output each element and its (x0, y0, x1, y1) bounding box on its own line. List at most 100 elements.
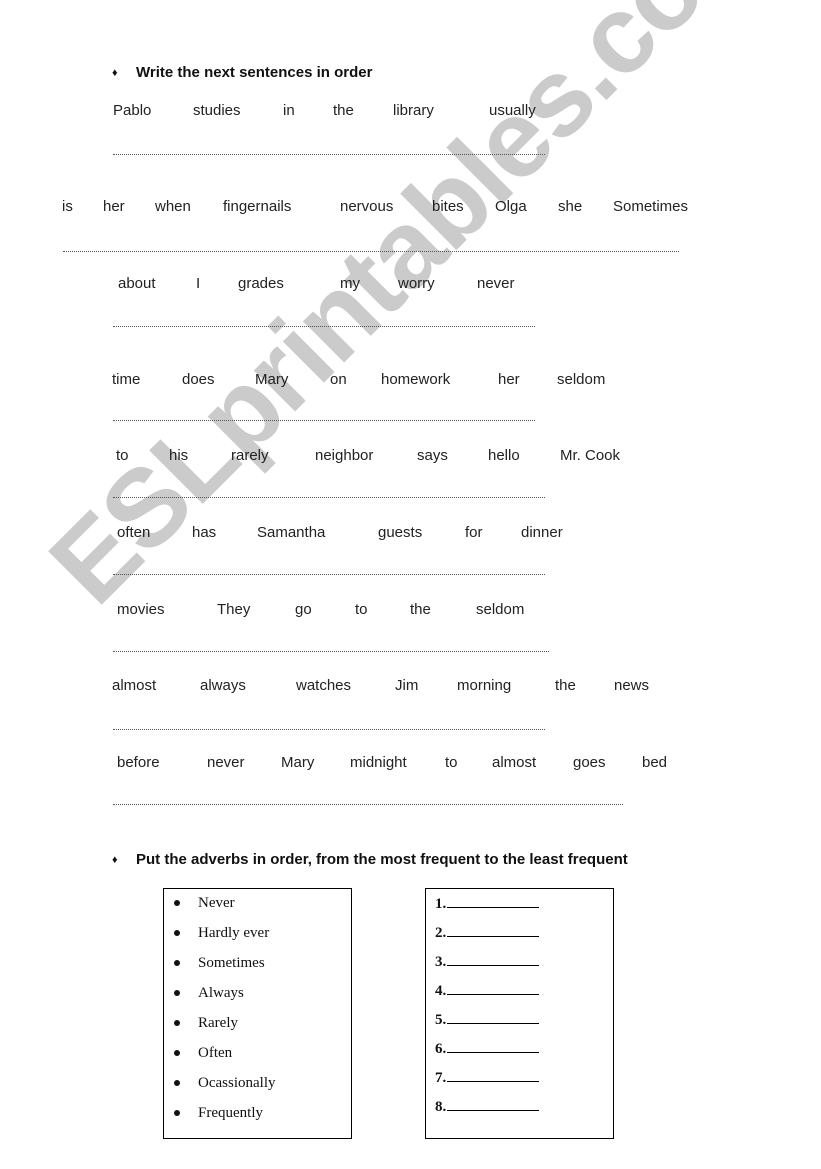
word-token: the (410, 601, 431, 618)
bullet-icon (174, 989, 180, 996)
answer-number: 6. (435, 1041, 447, 1057)
answer-row: 6. (435, 1038, 540, 1058)
answer-dotted-line[interactable] (63, 251, 679, 252)
word-token: grades (238, 275, 284, 292)
answer-blank-line[interactable] (447, 1038, 540, 1053)
word-token: the (333, 102, 354, 119)
answer-row: 4. (435, 980, 540, 1000)
word-token: never (477, 275, 515, 292)
word-token: does (182, 371, 215, 388)
answer-box: 1. 2. 3. 4. 5. 6. 7. 8. (425, 888, 614, 1139)
answer-blank-line[interactable] (447, 922, 540, 937)
section-heading-order-sentences: ♦ Write the next sentences in order (112, 64, 372, 81)
adverb-label: Never (198, 895, 235, 911)
word-token: almost (112, 677, 157, 694)
word-token: nervous (340, 198, 394, 215)
word-token: morning (457, 677, 512, 694)
word-token: library (393, 102, 434, 119)
adverb-label: Ocassionally (198, 1075, 276, 1091)
word-token: Mary (255, 371, 289, 388)
answer-dotted-line[interactable] (113, 420, 535, 421)
word-token: to (355, 601, 368, 618)
word-token: homework (381, 371, 451, 388)
word-token: go (295, 601, 312, 618)
bullet-icon (174, 959, 180, 966)
answer-dotted-line[interactable] (113, 574, 545, 575)
adverb-item: Sometimes (174, 955, 265, 972)
word-token: never (207, 754, 245, 771)
word-token: watches (296, 677, 352, 694)
word-token: for (465, 524, 483, 541)
answer-row: 5. (435, 1009, 540, 1029)
word-token: my (340, 275, 360, 292)
answer-blank-line[interactable] (447, 1067, 540, 1082)
answer-row: 3. (435, 951, 540, 971)
bullet-icon (174, 1049, 180, 1056)
adverb-item: Frequently (174, 1105, 263, 1122)
word-token: rarely (231, 447, 269, 464)
word-token: They (217, 601, 251, 618)
word-token: seldom (557, 371, 606, 388)
adverb-label: Often (198, 1045, 233, 1061)
answer-number: 8. (435, 1099, 447, 1115)
bullet-icon (174, 929, 180, 936)
word-token: Sometimes (613, 198, 689, 215)
word-token: says (417, 447, 448, 464)
adverb-label: Always (198, 985, 244, 1001)
answer-number: 3. (435, 954, 447, 970)
bullet-icon (174, 1079, 180, 1086)
answer-dotted-line[interactable] (113, 651, 549, 652)
word-token: Mr. Cook (560, 447, 621, 464)
answer-blank-line[interactable] (447, 980, 540, 995)
word-token: bites (432, 198, 464, 215)
word-token: usually (489, 102, 536, 119)
adverb-item: Never (174, 895, 235, 912)
word-token: goes (573, 754, 606, 771)
bullet-icon (174, 1109, 180, 1116)
adverb-label: Frequently (198, 1105, 263, 1121)
adverb-item: Ocassionally (174, 1075, 275, 1092)
adverb-list-box: Never Hardly ever Sometimes Always Rarely Oft… (163, 888, 352, 1139)
adverb-item: Always (174, 985, 244, 1002)
answer-dotted-line[interactable] (113, 154, 545, 155)
word-token: is (62, 198, 73, 215)
answer-blank-line[interactable] (447, 1009, 540, 1024)
word-token: on (330, 371, 347, 388)
word-token: news (614, 677, 650, 694)
adverb-item: Rarely (174, 1015, 238, 1032)
answer-dotted-line[interactable] (113, 497, 545, 498)
word-token: she (558, 198, 583, 215)
section-title: Put the adverbs in order, from the most … (136, 851, 628, 868)
adverb-item: Hardly ever (174, 925, 269, 942)
word-token: his (169, 447, 189, 464)
word-token: has (192, 524, 217, 541)
answer-blank-line[interactable] (447, 893, 540, 908)
section-title: Write the next sentences in order (136, 64, 373, 81)
answer-row: 2. (435, 922, 540, 942)
word-token: I (196, 275, 201, 292)
adverb-item: Often (174, 1045, 232, 1062)
word-token: Pablo (113, 102, 152, 119)
answer-number: 5. (435, 1012, 447, 1028)
answer-number: 7. (435, 1070, 447, 1086)
diamond-bullet-icon: ♦ (112, 853, 118, 866)
adverb-label: Hardly ever (198, 925, 270, 941)
answer-row: 1. (435, 893, 540, 913)
word-token: seldom (476, 601, 525, 618)
word-token: when (155, 198, 191, 215)
answer-dotted-line[interactable] (113, 804, 623, 805)
bullet-icon (174, 1019, 180, 1026)
word-token: Olga (495, 198, 527, 215)
answer-dotted-line[interactable] (113, 729, 545, 730)
answer-blank-line[interactable] (447, 951, 540, 966)
adverb-label: Rarely (198, 1015, 238, 1031)
answer-dotted-line[interactable] (113, 326, 535, 327)
word-token: worry (398, 275, 435, 292)
answer-number: 2. (435, 925, 447, 941)
answer-blank-line[interactable] (447, 1096, 540, 1111)
answer-row: 8. (435, 1096, 540, 1116)
word-token: neighbor (315, 447, 374, 464)
word-token: Samantha (257, 524, 326, 541)
word-token: to (116, 447, 129, 464)
word-token: Mary (281, 754, 315, 771)
